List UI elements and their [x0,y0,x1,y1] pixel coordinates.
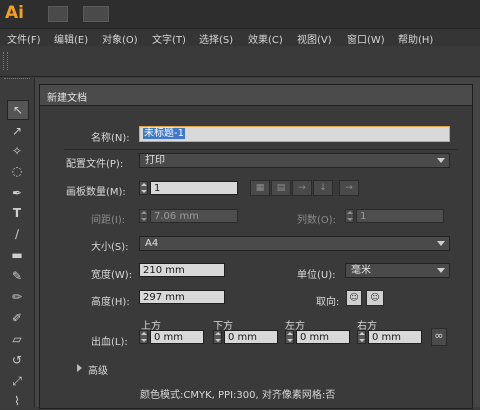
landscape-icon[interactable]: ☺ [366,290,384,306]
selection-tool-icon[interactable]: ↖ [7,100,29,120]
size-value: A4 [145,238,159,249]
menu-type[interactable]: 文字(T) [152,31,186,46]
grid-by-column-icon[interactable]: ▤ [271,180,291,196]
chevron-down-icon [437,158,445,163]
new-document-dialog: 新建文档 名称(N): 未标题-1 配置文件(P): 打印 画板数量(M): 1… [39,84,473,409]
menu-select[interactable]: 选择(S) [199,31,233,46]
width-input[interactable]: 210 mm [139,263,225,277]
artboards-spinner[interactable] [139,181,148,195]
profile-value: 打印 [145,155,165,166]
tools-grip[interactable] [4,78,30,85]
spacing-label: 间距(I): [91,215,126,226]
divider [64,149,458,150]
bleed-right-input[interactable]: 0 mm [368,330,422,344]
height-label: 高度(H): [91,297,130,308]
size-select[interactable]: A4 [139,236,450,251]
expand-arrow-icon[interactable] [77,364,82,372]
width-label: 宽度(W): [91,270,133,281]
spacing-spinner[interactable] [139,209,148,223]
profile-select[interactable]: 打印 [139,153,450,168]
bleed-bottom-spinner[interactable] [213,330,222,344]
grip-handle[interactable] [3,52,8,70]
arrange-documents-icon[interactable] [83,6,109,22]
name-input[interactable]: 未标题-1 [139,126,450,142]
columns-input[interactable]: 1 [356,209,444,223]
bleed-top-spinner[interactable] [139,330,148,344]
menu-file[interactable]: 文件(F) [7,31,41,46]
units-value: 毫米 [351,265,371,276]
arrange-by-column-icon[interactable]: ↓ [313,180,333,196]
name-value: 未标题-1 [143,128,185,139]
magic-wand-tool-icon[interactable]: ✧ [7,142,27,160]
size-label: 大小(S): [91,242,129,253]
dialog-title-bar[interactable]: 新建文档 [40,85,472,106]
profile-label: 配置文件(P): [66,159,124,170]
pencil-tool-icon[interactable]: ✏ [7,288,27,306]
bridge-icon[interactable] [48,6,68,22]
arrange-by-row-icon[interactable]: → [292,180,312,196]
height-input[interactable]: 297 mm [139,290,225,304]
menu-view[interactable]: 视图(V) [297,31,332,46]
scale-tool-icon[interactable]: ⤢ [7,372,27,390]
right-to-left-icon[interactable]: → [339,180,359,196]
lasso-tool-icon[interactable]: ◌ [7,162,27,180]
menu-help[interactable]: 帮助(H) [398,31,433,46]
type-tool-icon[interactable]: T [7,204,27,222]
menu-edit[interactable]: 编辑(E) [54,31,88,46]
portrait-icon[interactable]: ☺ [346,290,362,306]
spacing-input[interactable]: 7.06 mm [150,209,238,223]
bleed-top-input[interactable]: 0 mm [150,330,204,344]
app-title-bar: Ai [0,0,480,28]
rotate-tool-icon[interactable]: ↺ [7,351,27,369]
menu-object[interactable]: 对象(O) [102,31,138,46]
columns-spinner[interactable] [345,209,354,223]
chevron-down-icon [437,241,445,246]
menu-bar: 文件(F) 编辑(E) 对象(O) 文字(T) 选择(S) 效果(C) 视图(V… [0,28,480,48]
paintbrush-tool-icon[interactable]: ✎ [7,267,27,285]
dialog-body: 名称(N): 未标题-1 配置文件(P): 打印 画板数量(M): 1 ▦ ▤ … [40,106,472,408]
artboards-label: 画板数量(M): [66,187,126,198]
bleed-label: 出血(L): [91,337,128,348]
dialog-title: 新建文档 [47,93,87,104]
orientation-label: 取向: [316,297,340,308]
tools-panel: ↖ ↗ ✧ ◌ ✒ T ∕ ▬ ✎ ✏ ✐ ▱ ↺ ⤢ ⌇ [0,78,35,410]
summary-text: 颜色模式:CMYK, PPI:300, 对齐像素网格:否 [140,390,336,401]
artboards-input[interactable]: 1 [150,181,238,195]
bleed-left-input[interactable]: 0 mm [296,330,350,344]
blob-brush-tool-icon[interactable]: ✐ [7,309,27,327]
ai-logo: Ai [5,3,24,23]
chevron-down-icon [437,268,445,273]
bleed-right-spinner[interactable] [357,330,366,344]
rectangle-tool-icon[interactable]: ▬ [7,246,27,264]
eraser-tool-icon[interactable]: ▱ [7,330,27,348]
direct-selection-tool-icon[interactable]: ↗ [7,122,27,140]
menu-window[interactable]: 窗口(W) [347,31,385,46]
units-select[interactable]: 毫米 [345,263,450,278]
columns-label: 列数(O): [297,215,337,226]
line-tool-icon[interactable]: ∕ [7,225,27,243]
name-label: 名称(N): [91,133,130,144]
control-bar [0,46,480,77]
bleed-left-spinner[interactable] [285,330,294,344]
bleed-bottom-input[interactable]: 0 mm [224,330,278,344]
menu-effect[interactable]: 效果(C) [248,31,283,46]
units-label: 单位(U): [297,270,336,281]
grid-by-row-icon[interactable]: ▦ [250,180,270,196]
warp-tool-icon[interactable]: ⌇ [7,392,27,410]
advanced-label[interactable]: 高级 [88,362,108,377]
link-icon[interactable]: ∞ [431,328,447,346]
pen-tool-icon[interactable]: ✒ [7,184,27,202]
